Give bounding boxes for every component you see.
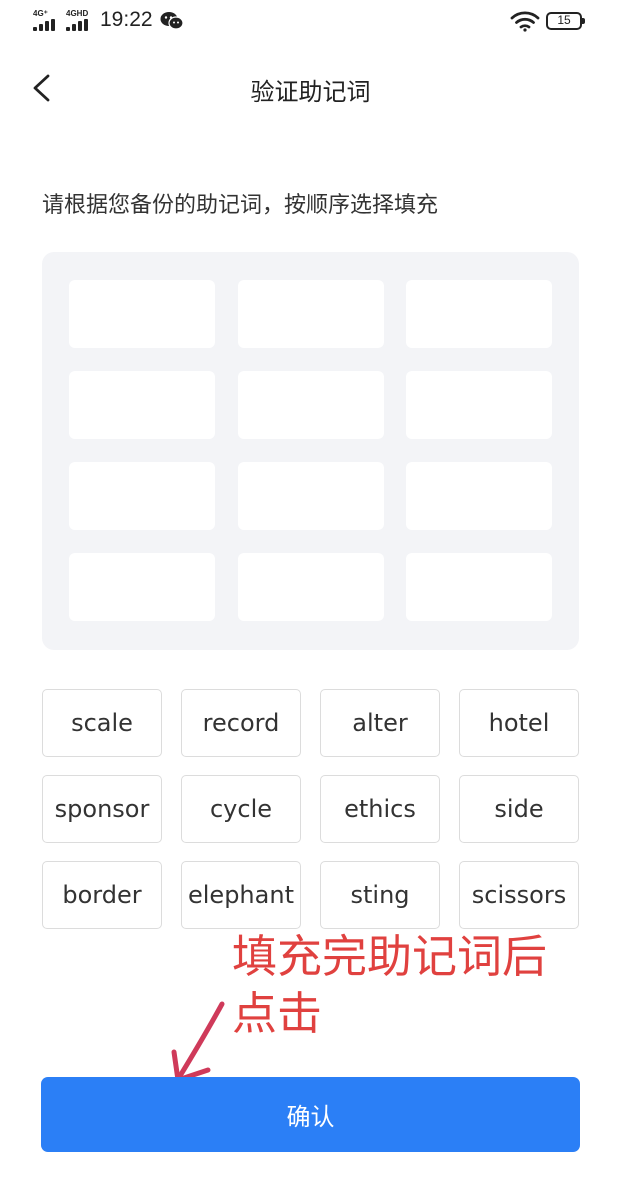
mnemonic-slot-12[interactable] [406,553,552,621]
wifi-icon [510,11,540,32]
mnemonic-slot-1[interactable] [69,280,215,348]
mnemonic-slot-4[interactable] [69,371,215,439]
word-chip-alter[interactable]: alter [320,689,440,757]
annotation-text: 填充完助记词后 点击 [232,928,547,1042]
mnemonic-slot-7[interactable] [69,462,215,530]
mnemonic-slot-11[interactable] [238,553,384,621]
status-bar: 4G⁺ 4GHD 19:22 15 [0,0,621,44]
wechat-icon [160,12,184,30]
mnemonic-slot-8[interactable] [238,462,384,530]
mnemonic-slot-9[interactable] [406,462,552,530]
word-chip-cycle[interactable]: cycle [181,775,301,843]
battery-icon: 15 [546,12,585,30]
mnemonic-slot-10[interactable] [69,553,215,621]
mnemonic-slot-3[interactable] [406,280,552,348]
word-chip-border[interactable]: border [42,861,162,929]
status-time: 19:22 [100,8,153,31]
word-chip-side[interactable]: side [459,775,579,843]
signal-1-label: 4G⁺ [33,9,48,18]
page-title: 验证助记词 [250,78,371,106]
mnemonic-slot-5[interactable] [238,371,384,439]
word-chip-scale[interactable]: scale [42,689,162,757]
annotation-arrow-icon [171,1001,225,1083]
word-chip-record[interactable]: record [181,689,301,757]
mnemonic-slot-panel [42,252,579,650]
confirm-button[interactable]: 确认 [41,1077,580,1152]
word-chip-elephant[interactable]: elephant [181,861,301,929]
word-chip-sting[interactable]: sting [320,861,440,929]
instruction-text: 请根据您备份的助记词，按顺序选择填充 [42,193,439,218]
mnemonic-slot-6[interactable] [406,371,552,439]
word-chip-hotel[interactable]: hotel [459,689,579,757]
mnemonic-slot-2[interactable] [238,280,384,348]
battery-level: 15 [557,13,571,27]
annotation-line-1: 填充完助记词后 [232,930,548,983]
signal-2-label: 4GHD [66,9,89,18]
word-chip-ethics[interactable]: ethics [320,775,440,843]
word-chip-sponsor[interactable]: sponsor [42,775,162,843]
word-chip-scissors[interactable]: scissors [459,861,579,929]
annotation-line-2: 点击 [232,987,323,1040]
